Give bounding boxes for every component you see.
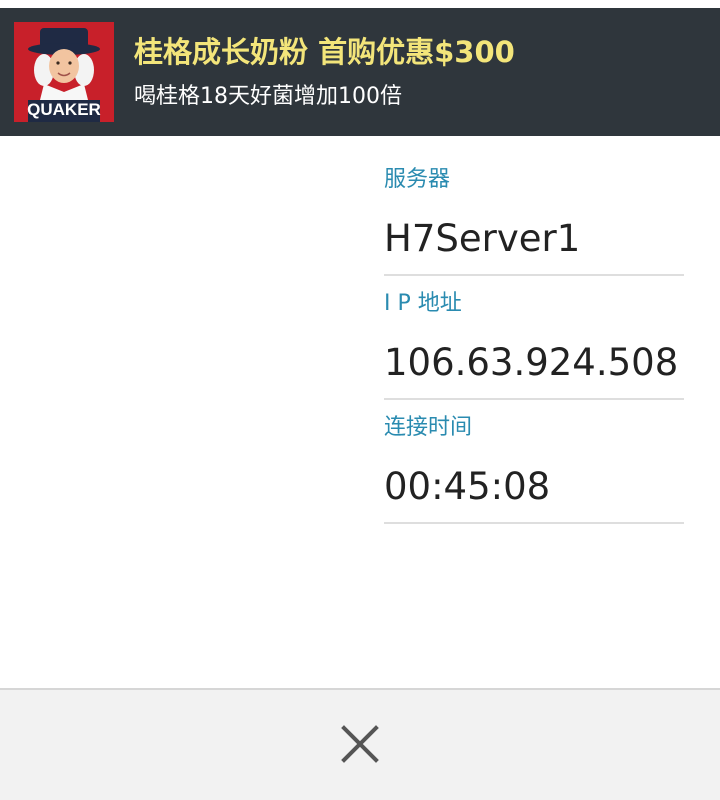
- divider: [384, 522, 684, 524]
- close-icon: [341, 725, 379, 763]
- connection-info-panel: 服务器 H7Server1 I P 地址 106.63.924.508 连接时间…: [384, 160, 684, 532]
- divider: [384, 274, 684, 276]
- bottom-bar: [0, 688, 720, 800]
- server-label: 服务器: [384, 167, 451, 192]
- divider: [384, 398, 684, 400]
- quaker-logo: QUAKER: [14, 22, 114, 122]
- page: QUAKER 桂格成长奶粉 首购优惠$300 喝桂格18天好菌增加100倍 服务…: [0, 0, 720, 800]
- ad-banner[interactable]: QUAKER 桂格成长奶粉 首购优惠$300 喝桂格18天好菌增加100倍: [0, 8, 720, 136]
- server-row: 服务器 H7Server1: [384, 160, 684, 284]
- connection-time-label: 连接时间: [384, 415, 473, 440]
- ad-title[interactable]: 桂格成长奶粉 首购优惠$300: [134, 32, 515, 72]
- connection-time-row: 连接时间 00:45:08: [384, 408, 684, 532]
- ip-address-label: I P 地址: [384, 291, 462, 316]
- ip-address-row: I P 地址 106.63.924.508: [384, 284, 684, 408]
- server-value: H7Server1: [384, 217, 581, 260]
- ad-subtitle[interactable]: 喝桂格18天好菌增加100倍: [134, 82, 402, 112]
- close-button[interactable]: [330, 714, 390, 774]
- connection-time-value: 00:45:08: [384, 465, 551, 508]
- logo-text: QUAKER: [27, 100, 101, 119]
- ip-address-value: 106.63.924.508: [384, 341, 679, 384]
